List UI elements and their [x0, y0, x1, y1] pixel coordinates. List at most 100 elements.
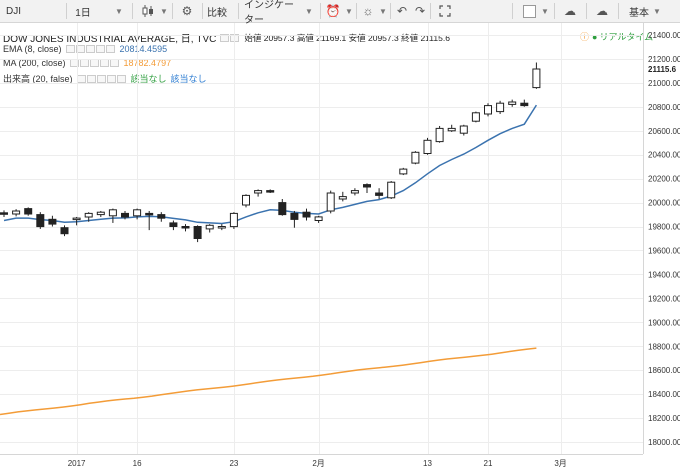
candle-up [326, 192, 335, 212]
cloud-save-button[interactable]: ☁ [558, 0, 582, 22]
settings-button[interactable]: ⚙ [176, 0, 198, 22]
top-toolbar: DJI 1日 ▼ ▼ ⚙ 比較 インジケーター ▼ ⏰ ▼ ☼ ▼ ↶ ↷ ▼ … [0, 0, 680, 26]
price-tick-label: 20200.00 [648, 175, 680, 184]
candle [24, 207, 33, 216]
candle-up [242, 194, 250, 206]
candle-down [375, 192, 384, 196]
candle-down [363, 184, 371, 188]
price-axis[interactable]: 21400.00 21200.00 21000.00 20800.00 20600.00… [643, 23, 680, 454]
ideas-button[interactable]: ☼ [358, 0, 378, 22]
candle-down [302, 211, 311, 218]
candle [532, 62, 541, 89]
candle-down [266, 190, 275, 193]
alert-button[interactable]: ⏰ [323, 0, 343, 22]
price-tick-label: 21400.00 [648, 31, 680, 40]
candle-down [193, 226, 202, 239]
candle [193, 225, 202, 243]
interval-selector[interactable]: 1日 [70, 0, 96, 22]
layout-label: 基本 [629, 7, 650, 19]
chevron-down-icon: ▼ [160, 6, 168, 16]
candle [508, 99, 517, 107]
candle-up [399, 168, 408, 175]
ideas-dropdown[interactable]: ▼ [378, 0, 388, 22]
price-tick-label: 19800.00 [648, 223, 680, 232]
candle [326, 190, 335, 214]
chevron-down-icon: ▼ [653, 6, 661, 16]
compare-label: 比較 [207, 7, 227, 19]
price-tick-label: 19400.00 [648, 270, 680, 279]
candle-up [387, 181, 396, 199]
symbol-label: DJI [6, 5, 21, 17]
candle-up [314, 216, 323, 221]
layout-button[interactable]: 基本 ▼ [622, 0, 668, 22]
time-axis[interactable]: 2017 16 23 2月 13 21 3月 [0, 454, 643, 471]
interval-dropdown[interactable]: ▼ [108, 0, 126, 22]
candle [278, 198, 287, 216]
candle [459, 124, 468, 136]
candle-up [133, 209, 142, 217]
candle [375, 188, 384, 199]
candle-down [145, 212, 154, 216]
candle-up [435, 127, 444, 143]
lightbulb-icon: ☼ [362, 4, 374, 18]
candle [435, 125, 444, 143]
candle [387, 181, 396, 199]
candle [363, 183, 371, 194]
candle-down [290, 212, 299, 220]
indicators-button[interactable]: インジケーター [244, 0, 300, 26]
candle [217, 224, 226, 231]
candle-down [181, 226, 190, 229]
candle [60, 225, 69, 237]
price-chart[interactable] [0, 23, 643, 454]
candle-down [169, 222, 178, 227]
ma-200-line [0, 347, 537, 416]
color-swatch-button[interactable] [520, 0, 538, 22]
color-dropdown[interactable]: ▼ [540, 0, 550, 22]
candle-down [36, 214, 45, 228]
undo-button[interactable]: ↶ [394, 0, 410, 22]
candle-up [254, 190, 263, 194]
time-tick-label: 21 [484, 459, 493, 468]
candle [254, 189, 263, 197]
symbol-search[interactable]: DJI [2, 0, 62, 22]
candle-up [447, 127, 456, 132]
fullscreen-icon [439, 5, 451, 17]
candle [242, 194, 250, 208]
candle [496, 100, 505, 114]
price-tick-label: 21200.00 [648, 55, 680, 64]
candle-up [532, 68, 541, 89]
time-tick-label: 16 [133, 459, 142, 468]
candle-up [72, 217, 81, 221]
compare-button[interactable]: 比較 [205, 0, 229, 22]
candle-down [60, 227, 69, 235]
candle [205, 224, 214, 233]
cloud-upload-button[interactable]: ☁ [590, 0, 614, 22]
alarm-clock-icon: ⏰ [325, 4, 341, 18]
candle [520, 99, 529, 107]
redo-button[interactable]: ↷ [412, 0, 428, 22]
candle-up [84, 212, 93, 218]
chart-style-button[interactable] [138, 0, 158, 22]
candle [484, 103, 492, 117]
time-tick-label: 3月 [554, 459, 566, 468]
indicators-dropdown[interactable]: ▼ [302, 0, 316, 22]
candle-up [350, 190, 359, 194]
ema-8-line [3, 104, 538, 225]
candle [350, 188, 359, 196]
chevron-down-icon: ▼ [305, 6, 313, 16]
candle-up [96, 211, 105, 216]
redo-icon: ↷ [414, 4, 426, 18]
alert-dropdown[interactable]: ▼ [344, 0, 354, 22]
chart-style-dropdown[interactable]: ▼ [158, 0, 170, 22]
undo-icon: ↶ [396, 4, 408, 18]
candle [181, 224, 190, 232]
candle [338, 191, 347, 202]
candle [290, 210, 299, 228]
candle-down [520, 102, 529, 107]
fullscreen-button[interactable] [434, 0, 456, 22]
candle [0, 210, 8, 217]
price-tick-label: 20600.00 [648, 127, 680, 136]
candle-up [484, 105, 492, 115]
price-tick-label: 20400.00 [648, 151, 680, 160]
candle-down [0, 212, 8, 215]
